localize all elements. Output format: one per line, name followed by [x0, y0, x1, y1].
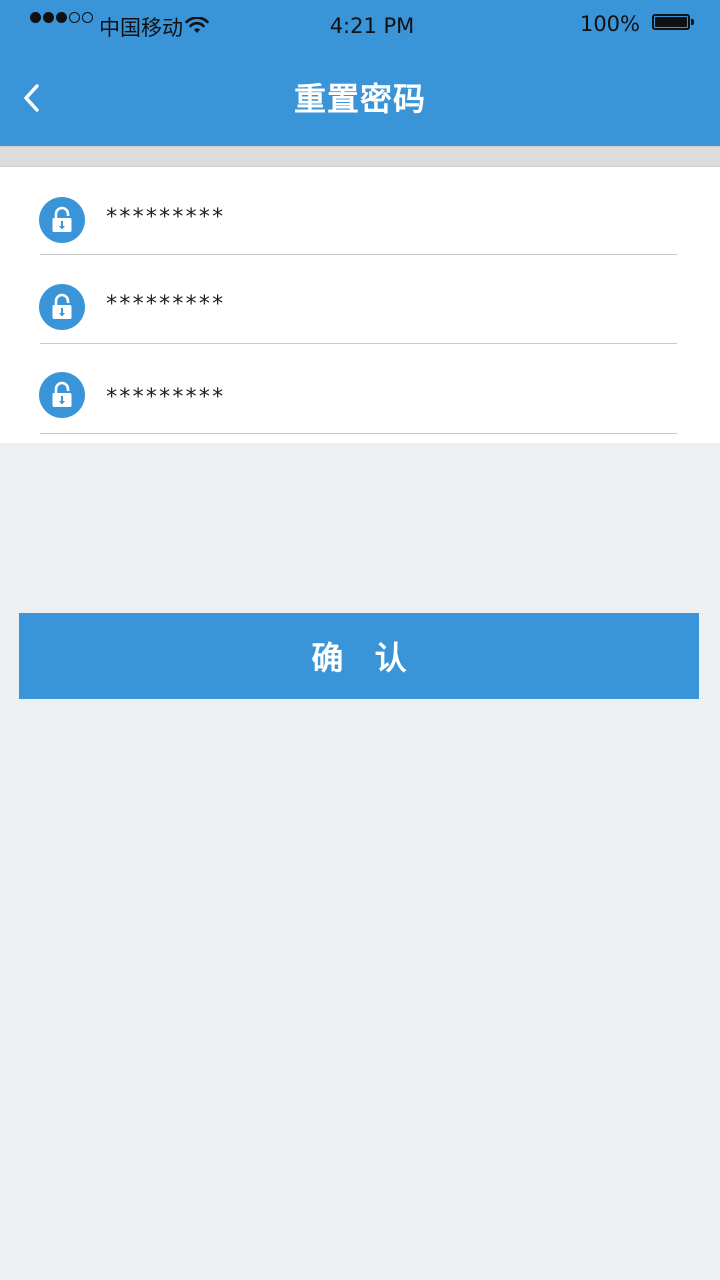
- field-divider: [40, 343, 677, 344]
- header-separator: [0, 146, 720, 167]
- status-bar: 中国移动 4:21 PM 100%: [0, 0, 720, 52]
- password-input[interactable]: [105, 197, 665, 237]
- lock-icon: [39, 372, 85, 418]
- lock-icon: [39, 284, 85, 330]
- new-password-input[interactable]: [105, 284, 665, 324]
- lock-icon: [39, 197, 85, 243]
- confirm-password-input[interactable]: [105, 377, 665, 417]
- confirm-button[interactable]: 确 认: [19, 613, 699, 699]
- app-header: 中国移动 4:21 PM 100% 重置密码: [0, 0, 720, 146]
- reset-password-form: [0, 167, 720, 443]
- battery-percentage: 100%: [579, 12, 640, 36]
- page-title: 重置密码: [293, 80, 426, 118]
- battery-icon: [652, 14, 690, 30]
- field-divider: [40, 254, 677, 255]
- field-divider: [40, 433, 677, 434]
